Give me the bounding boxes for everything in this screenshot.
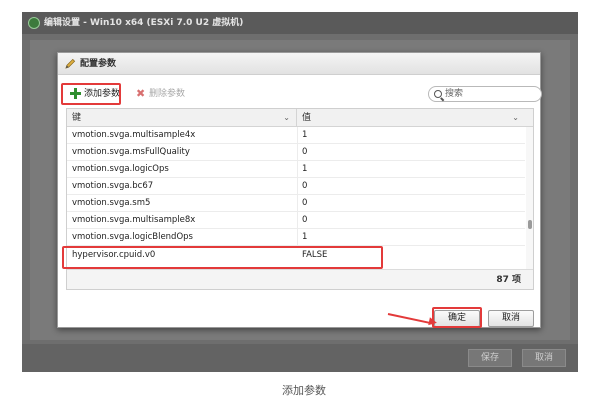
key-column-label: 键 [72, 113, 82, 123]
param-value: 0 [302, 147, 308, 157]
delete-x-icon: ✖ [136, 87, 146, 100]
param-key: vmotion.svga.logicBlendOps [72, 232, 193, 242]
params-toolbar: 添加参数 ✖ 删除参数 [66, 84, 542, 104]
outer-cancel-button[interactable]: 取消 [522, 349, 567, 367]
param-value: 0 [302, 215, 308, 225]
table-row[interactable]: vmotion.svga.multisample8x 0 [67, 212, 525, 229]
vertical-scrollbar[interactable] [526, 127, 533, 269]
add-param-highlight [61, 83, 121, 105]
param-value: 1 [302, 164, 308, 174]
param-key: vmotion.svga.msFullQuality [72, 147, 190, 157]
table-row[interactable]: vmotion.svga.multisample4x 1 [67, 127, 525, 144]
params-table-footer: 87 项 [67, 269, 533, 289]
param-key: vmotion.svga.multisample4x [72, 130, 196, 140]
item-count: 87 项 [496, 275, 521, 285]
delete-param-label: 删除参数 [149, 89, 186, 99]
value-column-label: 值 [302, 113, 312, 123]
chevron-down-icon[interactable]: ⌄ [283, 109, 290, 127]
scrollbar-thumb[interactable] [528, 220, 532, 229]
vm-icon [28, 17, 40, 29]
search-box[interactable] [428, 86, 542, 102]
config-params-dialog: 配置参数 添加参数 ✖ 删除参数 键 ⌄ 值 ⌄ v [57, 52, 542, 328]
cancel-button[interactable]: 取消 [488, 310, 534, 327]
edit-settings-title: 编辑设置 - Win10 x64 (ESXi 7.0 U2 虚拟机) [44, 18, 244, 28]
config-params-title: 配置参数 [80, 59, 117, 69]
search-icon [434, 90, 442, 98]
param-value: 1 [302, 130, 308, 140]
config-params-title-bar: 配置参数 [58, 53, 540, 75]
param-value: 0 [302, 181, 308, 191]
image-caption: 添加参数 [282, 384, 326, 397]
table-row[interactable]: vmotion.svga.msFullQuality 0 [67, 144, 525, 161]
delete-param-button[interactable]: ✖ 删除参数 [134, 84, 185, 104]
pencil-icon [65, 58, 76, 69]
table-row[interactable]: vmotion.svga.sm5 0 [67, 195, 525, 212]
key-column-header[interactable]: 键 ⌄ [67, 109, 297, 127]
table-row[interactable]: vmotion.svga.bc67 0 [67, 178, 525, 195]
param-key: vmotion.svga.sm5 [72, 198, 151, 208]
chevron-down-icon[interactable]: ⌄ [512, 109, 519, 127]
edit-settings-title-bar: 编辑设置 - Win10 x64 (ESXi 7.0 U2 虚拟机) [22, 12, 578, 34]
param-value: 1 [302, 232, 308, 242]
search-input[interactable] [445, 88, 537, 100]
table-row[interactable]: vmotion.svga.logicOps 1 [67, 161, 525, 178]
new-row-highlight [62, 246, 383, 269]
annotation-arrow-head [428, 317, 438, 327]
param-key: vmotion.svga.logicOps [72, 164, 169, 174]
table-row[interactable]: vmotion.svga.logicBlendOps 1 [67, 229, 525, 246]
outer-save-button[interactable]: 保存 [468, 349, 513, 367]
param-value: 0 [302, 198, 308, 208]
value-column-header[interactable]: 值 ⌄ [297, 109, 525, 127]
param-key: vmotion.svga.bc67 [72, 181, 154, 191]
param-key: vmotion.svga.multisample8x [72, 215, 196, 225]
ok-button-highlight [432, 307, 482, 328]
params-table-header: 键 ⌄ 值 ⌄ [67, 109, 533, 127]
